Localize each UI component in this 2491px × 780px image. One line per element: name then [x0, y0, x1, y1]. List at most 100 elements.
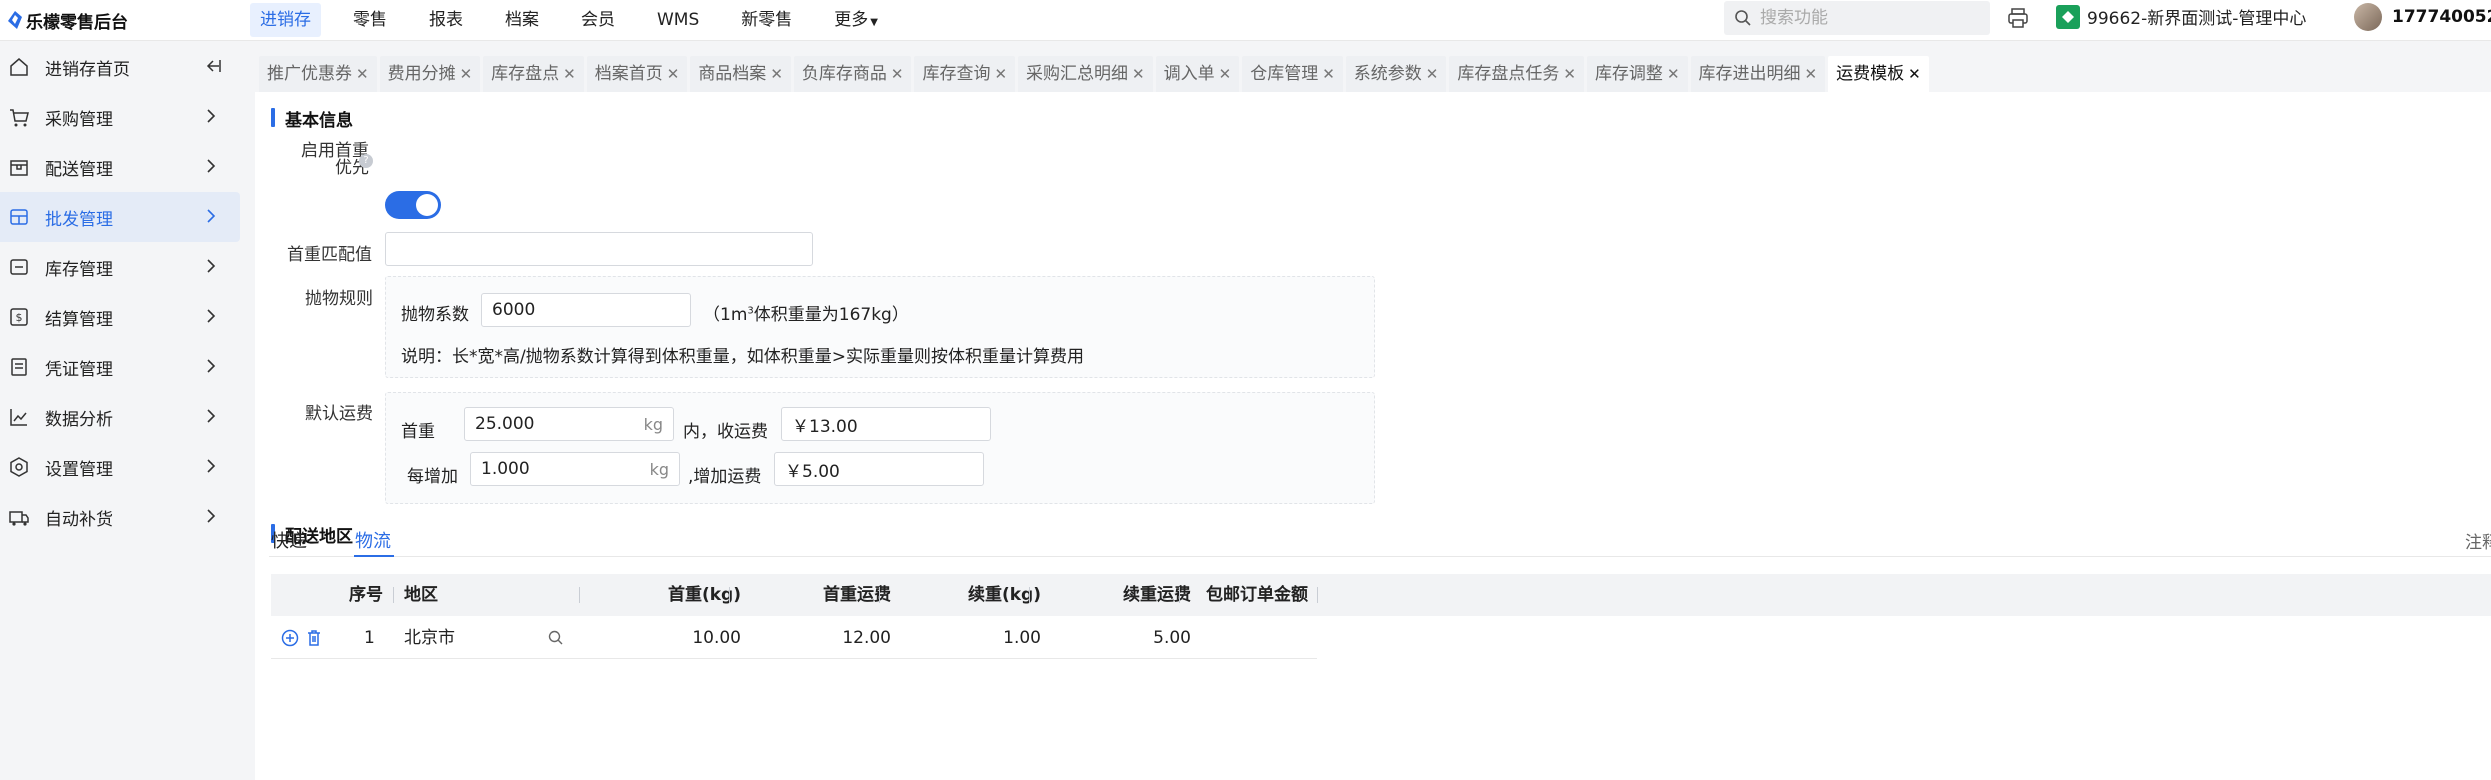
printer-icon[interactable]	[2006, 6, 2030, 30]
tab-shipping-template[interactable]: 运费模板 ✕	[1828, 56, 1929, 92]
default-fee-label: 默认运费	[305, 404, 373, 424]
close-icon[interactable]: ✕	[1426, 65, 1439, 83]
first-weight-priority-toggle[interactable]	[385, 191, 441, 219]
sidebar-item-voucher[interactable]: 凭证管理	[0, 342, 255, 392]
nav-item-wms[interactable]: WMS	[647, 3, 709, 37]
sidebar-item-wholesale[interactable]: 批发管理	[0, 192, 240, 242]
nav-item-more[interactable]: 更多 ▼	[824, 3, 888, 37]
first-weight-label: 首重	[401, 422, 435, 442]
tab-stock-adjust[interactable]: 库存调整 ✕	[1586, 56, 1688, 92]
first-fee-input[interactable]	[792, 414, 980, 434]
each-add-input[interactable]	[481, 459, 646, 479]
add-fee-input[interactable]	[785, 459, 973, 479]
app-logo[interactable]: 乐檬零售后台	[0, 8, 250, 33]
close-icon[interactable]: ✕	[1667, 65, 1680, 83]
logo-icon	[8, 11, 22, 29]
cell-extra-fee[interactable]: 5.00	[1091, 617, 1191, 659]
tab-archive-home[interactable]: 档案首页 ✕	[586, 56, 688, 92]
nav-item-archive[interactable]: 档案	[495, 3, 549, 37]
match-value-field[interactable]	[385, 232, 813, 266]
column-divider	[1179, 587, 1180, 603]
sidebar-item-auto-replenish[interactable]: 自动补货	[0, 492, 255, 542]
subtab-express[interactable]: 快递	[271, 527, 307, 553]
match-value-input[interactable]	[396, 239, 802, 259]
tab-stocktake[interactable]: 库存盘点 ✕	[483, 56, 584, 92]
close-icon[interactable]: ✕	[460, 65, 473, 83]
help-icon[interactable]: ?	[359, 154, 373, 168]
cell-extra-weight[interactable]: 1.00	[941, 617, 1041, 659]
close-icon[interactable]: ✕	[667, 65, 680, 83]
search-input[interactable]	[1760, 8, 1960, 28]
svg-text:$: $	[16, 311, 23, 324]
sidebar-item-analytics[interactable]: 数据分析	[0, 392, 255, 442]
each-add-field[interactable]: kg	[470, 452, 680, 486]
cell-region[interactable]: 北京市	[404, 617, 455, 659]
tab-system-params[interactable]: 系统参数 ✕	[1345, 56, 1447, 92]
tab-cost-share[interactable]: 费用分摊 ✕	[379, 56, 481, 92]
tab-stocktake-task[interactable]: 库存盘点任务 ✕	[1449, 56, 1584, 92]
user-menu[interactable]: 17774005297	[2354, 3, 2491, 31]
delete-row-icon[interactable]	[305, 629, 323, 647]
subtab-logistics[interactable]: 物流	[355, 527, 391, 553]
close-icon[interactable]: ✕	[1908, 65, 1921, 83]
sidebar-item-label: 设置管理	[45, 459, 113, 480]
close-icon[interactable]: ✕	[891, 65, 904, 83]
first-weight-field[interactable]: kg	[464, 407, 674, 441]
close-icon[interactable]: ✕	[1219, 65, 1232, 83]
sidebar-item-purchase[interactable]: 采购管理	[0, 92, 255, 142]
sidebar-item-settlement[interactable]: $ 结算管理	[0, 292, 255, 342]
tab-stock-io-detail[interactable]: 库存进出明细 ✕	[1690, 56, 1826, 92]
nav-item-member[interactable]: 会员	[571, 3, 625, 37]
close-icon[interactable]: ✕	[1132, 65, 1145, 83]
nav-item-report[interactable]: 报表	[419, 3, 473, 37]
column-header: 首重运费	[823, 585, 891, 605]
tab-purchase-summary[interactable]: 采购汇总明细 ✕	[1018, 56, 1153, 92]
throw-coef-field[interactable]	[481, 293, 691, 327]
within-fee-label: 内，收运费	[683, 422, 768, 442]
first-weight-priority-label: 启用首重 优先	[285, 143, 369, 177]
tab-stock-query[interactable]: 库存查询 ✕	[914, 56, 1016, 92]
tab-product-archive[interactable]: 商品档案 ✕	[690, 56, 791, 92]
cell-first-weight[interactable]: 10.00	[641, 617, 741, 659]
nav-item-retail[interactable]: 零售	[343, 3, 397, 37]
search-icon[interactable]	[547, 629, 565, 647]
top-bar: 乐檬零售后台 进销存 零售 报表 档案 会员 WMS 新零售 更多▼ 99662…	[0, 0, 2491, 41]
store-name: 99662-新界面测试-管理中心	[2087, 9, 2307, 29]
close-icon[interactable]: ✕	[770, 65, 783, 83]
sidebar-item-settings[interactable]: 设置管理	[0, 442, 255, 492]
tab-label: 库存进出明细	[1698, 64, 1801, 84]
sidebar-item-home[interactable]: 进销存首页	[0, 42, 255, 92]
close-icon[interactable]: ✕	[994, 65, 1007, 83]
close-icon[interactable]: ✕	[1563, 65, 1576, 83]
tab-warehouse[interactable]: 仓库管理 ✕	[1242, 56, 1343, 92]
close-icon[interactable]: ✕	[1322, 65, 1335, 83]
chevron-right-icon	[207, 109, 216, 123]
tab-negative-stock[interactable]: 负库存商品 ✕	[793, 56, 912, 92]
tab-transfer-in[interactable]: 调入单 ✕	[1155, 56, 1240, 92]
cell-first-fee[interactable]: 12.00	[791, 617, 891, 659]
cart-icon	[10, 109, 29, 127]
nav-item-new-retail[interactable]: 新零售	[731, 3, 802, 37]
first-weight-input[interactable]	[475, 414, 640, 434]
sidebar-item-distribution[interactable]: 配送管理	[0, 142, 255, 192]
close-icon[interactable]: ✕	[1805, 65, 1818, 83]
store-selector[interactable]: 99662-新界面测试-管理中心	[2056, 4, 2306, 29]
first-fee-field[interactable]	[781, 407, 991, 441]
throw-coef-input[interactable]	[492, 300, 680, 320]
nav-item-jxc[interactable]: 进销存	[250, 3, 321, 37]
add-fee-field[interactable]	[774, 452, 984, 486]
tab-label: 商品档案	[698, 64, 767, 84]
note-text: 注释	[2465, 533, 2491, 553]
sidebar-item-inventory[interactable]: 库存管理	[0, 242, 255, 292]
add-row-icon[interactable]	[281, 629, 299, 647]
collapse-sidebar-icon[interactable]	[203, 56, 223, 76]
column-header: 地区	[404, 585, 438, 605]
tab-label: 库存盘点任务	[1457, 64, 1560, 84]
throw-hint-post: 体积重量为167kg）	[753, 305, 909, 325]
tab-promo-coupon[interactable]: 推广优惠券 ✕	[259, 56, 377, 92]
search-box[interactable]	[1724, 1, 1990, 35]
close-icon[interactable]: ✕	[563, 65, 576, 83]
table-row: 1 北京市 10.00 12.00 1.00 5.00	[271, 617, 1317, 659]
section-title-basic: 基本信息	[271, 106, 353, 131]
close-icon[interactable]: ✕	[356, 65, 369, 83]
